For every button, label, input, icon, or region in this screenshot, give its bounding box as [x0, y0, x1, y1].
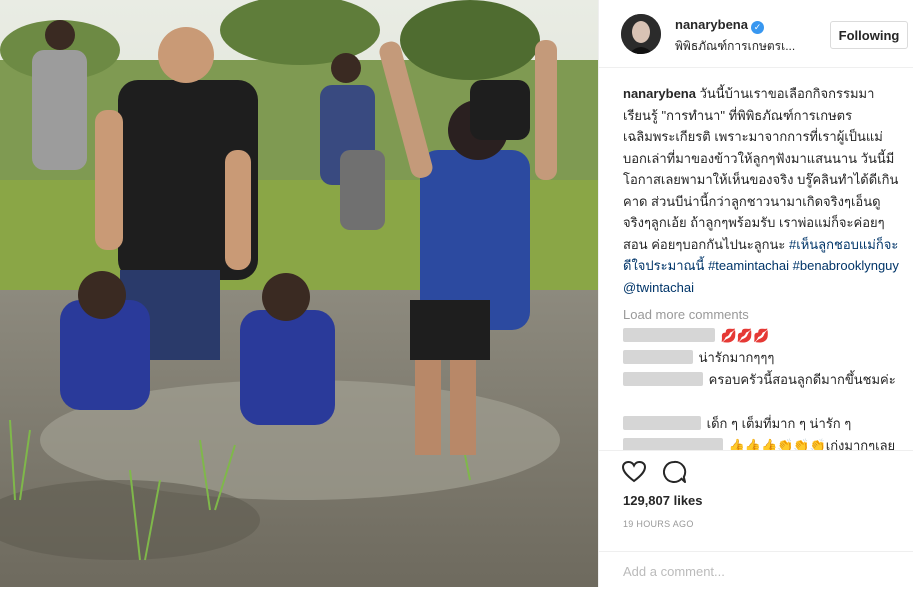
comments-section: nanarybena วันนี้บ้านเราขอเลือกกิจกรรมมา… — [623, 83, 901, 450]
hashtag-link[interactable]: #teamintachai — [708, 258, 789, 273]
hashtag-link[interactable]: #benabrooklynguy — [793, 258, 899, 273]
post-header: nanarybena ✓ พิพิธภัณฑ์การเกษตรเ... Follo… — [599, 0, 913, 68]
comment-icon[interactable] — [661, 459, 687, 485]
redacted-username[interactable] — [623, 438, 723, 450]
photo-illustration — [0, 0, 598, 587]
comment-text: 💋💋💋 — [720, 328, 770, 343]
load-more-comments-link[interactable]: Load more comments — [623, 304, 901, 325]
verified-badge-icon: ✓ — [750, 21, 764, 34]
avatar-image — [621, 14, 661, 54]
comment-text: เด็ก ๆ เต็มที่มาก ๆ น่ารัก ๆ — [706, 416, 852, 431]
comment: ครอบครัวนี้สอนลูกดีมากขึ้นชมค่ะ — [623, 369, 901, 413]
avatar[interactable] — [621, 14, 661, 54]
instagram-post: nanarybena ✓ พิพิธภัณฑ์การเกษตรเ... Follo… — [0, 0, 913, 587]
post-photo[interactable] — [0, 0, 598, 587]
redacted-username[interactable] — [623, 328, 715, 342]
post-location[interactable]: พิพิธภัณฑ์การเกษตรเ... — [675, 37, 795, 56]
comment: น่ารักมากๆๆๆ — [623, 347, 901, 369]
redacted-username[interactable] — [623, 416, 701, 430]
redacted-username[interactable] — [623, 372, 703, 386]
likes-count[interactable]: 129,807 likes — [623, 493, 703, 508]
post-sidebar: nanarybena ✓ พิพิธภัณฑ์การเกษตรเ... Follo… — [598, 0, 913, 587]
heart-icon[interactable] — [621, 459, 647, 485]
caption-username[interactable]: nanarybena — [623, 86, 696, 101]
mention-link[interactable]: @twintachai — [623, 280, 694, 295]
post-timestamp[interactable]: 19 HOURS AGO — [623, 519, 694, 529]
comment: 👍👍👍👏👏👏เก่งมากๆเลย — [623, 435, 901, 450]
comment: 💋💋💋 — [623, 325, 901, 347]
comment-text: น่ารักมากๆๆๆ — [698, 350, 775, 365]
post-username-row: nanarybena ✓ — [675, 17, 764, 34]
redacted-username[interactable] — [623, 350, 693, 364]
post-username[interactable]: nanarybena — [675, 17, 748, 32]
add-comment-input[interactable] — [621, 561, 895, 581]
comment-text: 👍👍👍👏👏👏เก่งมากๆเลย — [728, 438, 896, 450]
comment: เด็ก ๆ เต็มที่มาก ๆ น่ารัก ๆ — [623, 413, 901, 435]
add-comment-bar — [599, 551, 913, 589]
following-button[interactable]: Following — [830, 21, 908, 49]
comment-text: ครอบครัวนี้สอนลูกดีมากขึ้นชมค่ะ — [708, 372, 896, 387]
caption-text: วันนี้บ้านเราขอเลือกกิจกรรมมาเรียนรู้ "ก… — [623, 86, 899, 252]
caption: nanarybena วันนี้บ้านเราขอเลือกกิจกรรมมา… — [623, 83, 901, 298]
post-actions: 129,807 likes 19 HOURS AGO — [599, 450, 913, 588]
